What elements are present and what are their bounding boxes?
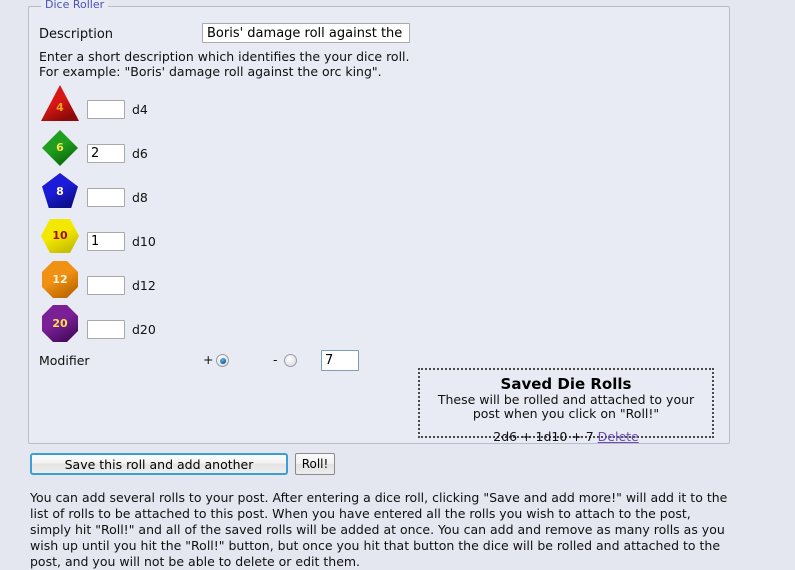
modifier-minus-radio[interactable]: [284, 354, 297, 367]
saved-roll-entry: 2d6 + 1d10 + 7 Delete: [420, 429, 712, 444]
dice-roller-fieldset: Dice Roller Description Enter a short de…: [28, 0, 730, 444]
die-icon-d4: 4: [39, 83, 81, 125]
footer-help-text: You can add several rolls to your post. …: [30, 490, 728, 569]
dice-list: 4 d4 6 d6 8 d8 10 d10 12 d12 20 d20: [39, 83, 439, 347]
description-input[interactable]: [202, 23, 410, 43]
dice-count-input-d10[interactable]: [87, 232, 125, 251]
description-help-line2: For example: "Boris' damage roll against…: [39, 64, 382, 79]
dice-label-d8: d8: [132, 190, 148, 205]
die-icon-d6: 6: [39, 127, 81, 169]
roll-button[interactable]: Roll!: [295, 453, 335, 475]
dice-count-input-d20[interactable]: [87, 320, 125, 339]
dice-label-d10: d10: [132, 234, 156, 249]
modifier-plus-sign: +: [203, 352, 214, 367]
dice-count-input-d4[interactable]: [87, 100, 125, 119]
dice-row-d12: 12 d12: [39, 259, 439, 303]
modifier-row: Modifier + -: [39, 349, 419, 373]
description-help: Enter a short description which identifi…: [39, 49, 699, 79]
die-icon-d20: 20: [39, 303, 81, 345]
dice-label-d6: d6: [132, 146, 148, 161]
modifier-minus-sign: -: [273, 352, 278, 367]
description-help-line1: Enter a short description which identifi…: [39, 49, 410, 64]
dice-count-input-d6[interactable]: [87, 144, 125, 163]
saved-roll-formula: 2d6 + 1d10 + 7: [493, 429, 594, 444]
modifier-value-input[interactable]: [321, 350, 359, 371]
dice-row-d4: 4 d4: [39, 83, 439, 127]
saved-rolls-description: These will be rolled and attached to you…: [437, 392, 695, 421]
die-icon-d10: 10: [39, 215, 81, 257]
saved-rolls-title: Saved Die Rolls: [500, 375, 632, 393]
description-row: Description: [39, 23, 719, 49]
dice-label-d12: d12: [132, 278, 156, 293]
die-icon-d12: 12: [39, 259, 81, 301]
modifier-plus-radio[interactable]: [216, 354, 229, 367]
dice-count-input-d8[interactable]: [87, 188, 125, 207]
fieldset-legend: Dice Roller: [41, 0, 109, 11]
description-label: Description: [39, 27, 114, 42]
dice-row-d20: 20 d20: [39, 303, 439, 347]
button-bar: Save this roll and add another Roll!: [30, 453, 430, 477]
die-icon-d8: 8: [39, 171, 81, 213]
dice-row-d10: 10 d10: [39, 215, 439, 259]
save-and-add-another-button[interactable]: Save this roll and add another: [30, 453, 288, 475]
dice-count-input-d12[interactable]: [87, 276, 125, 295]
dice-label-d4: d4: [132, 102, 148, 117]
delete-saved-roll-link[interactable]: Delete: [598, 429, 639, 444]
dice-label-d20: d20: [132, 322, 156, 337]
saved-die-rolls-panel: Saved Die Rolls These will be rolled and…: [418, 368, 714, 444]
dice-row-d6: 6 d6: [39, 127, 439, 171]
modifier-label: Modifier: [39, 353, 90, 368]
dice-row-d8: 8 d8: [39, 171, 439, 215]
